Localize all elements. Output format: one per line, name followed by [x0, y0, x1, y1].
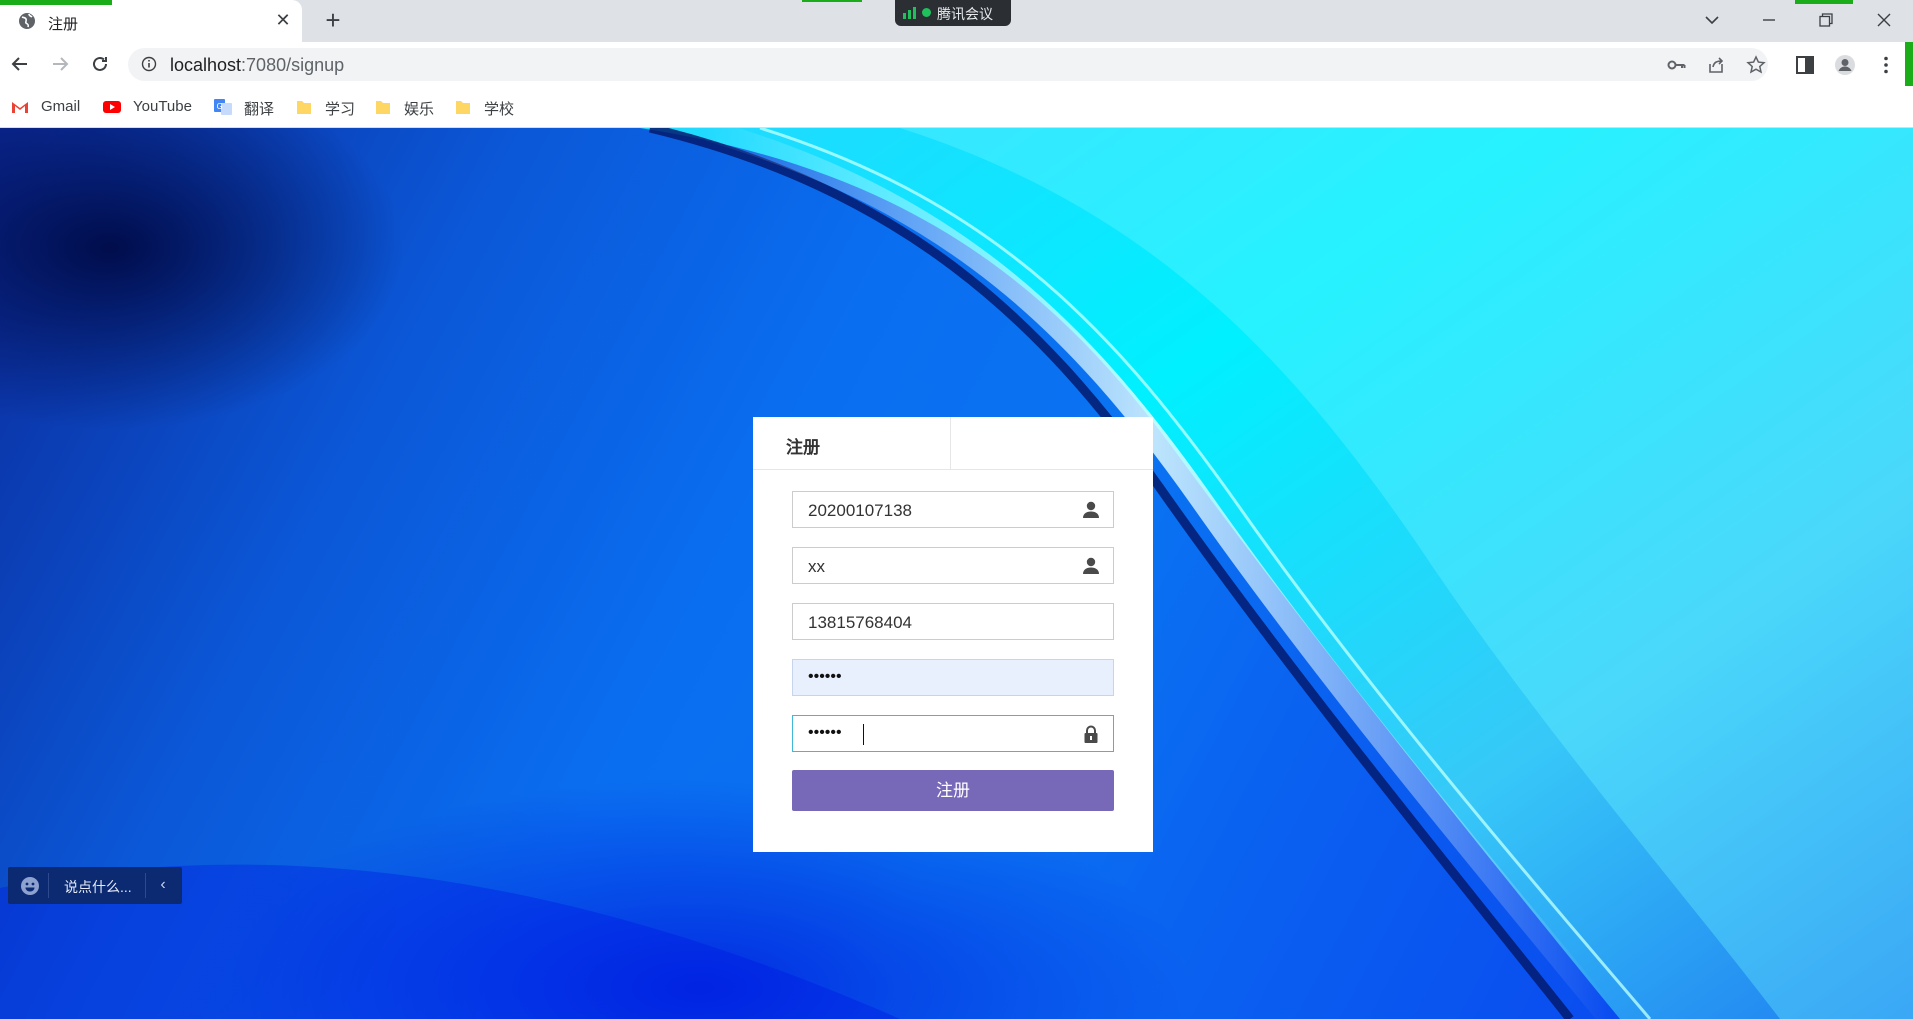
meeting-indicator[interactable]: 腾讯会议	[895, 0, 1011, 26]
chevron-down-icon	[1705, 16, 1719, 25]
tab-signup-label: 注册	[786, 438, 820, 457]
text-caret	[863, 724, 864, 745]
back-button[interactable]	[4, 48, 36, 80]
address-bar[interactable]: localhost:7080/signup	[128, 48, 1768, 81]
bookmark-label: 学校	[484, 101, 515, 118]
new-tab-button[interactable]: +	[318, 6, 348, 36]
user-icon	[1083, 501, 1099, 518]
minimize-button[interactable]	[1749, 4, 1789, 36]
student-id-field[interactable]: 20200107138	[792, 491, 1114, 528]
password-mask: ••••••	[808, 668, 842, 685]
browser-toolbar: localhost:7080/signup	[0, 42, 1913, 86]
tab-strip: 注册 ✕ + 腾讯会议	[0, 0, 1913, 42]
signal-icon	[903, 7, 916, 19]
info-icon[interactable]	[141, 56, 157, 72]
signup-card: 注册 20200107138 xx 13815768404 •••••• •••…	[753, 417, 1153, 852]
bookmark-label: YouTube	[133, 98, 192, 115]
close-icon[interactable]: ✕	[273, 10, 293, 30]
arrow-right-icon	[53, 57, 69, 71]
restore-button[interactable]	[1806, 4, 1846, 36]
phone-value: 13815768404	[808, 613, 913, 632]
url-text: localhost:7080/signup	[170, 55, 344, 76]
chat-divider	[145, 873, 146, 898]
student-id-value: 20200107138	[808, 501, 913, 520]
profile-avatar-icon[interactable]	[1834, 54, 1856, 76]
folder-icon	[297, 101, 311, 114]
bookmark-label: 娱乐	[404, 101, 435, 118]
share-icon[interactable]	[1706, 55, 1726, 75]
gmail-icon	[12, 102, 28, 113]
star-icon[interactable]	[1746, 55, 1766, 75]
restore-icon	[1819, 13, 1833, 27]
chat-input[interactable]: 说点什么...	[64, 877, 132, 897]
tab-signup[interactable]: 注册	[753, 417, 951, 469]
svg-text:G: G	[217, 102, 223, 111]
page-viewport: 注册 20200107138 xx 13815768404 •••••• •••…	[0, 128, 1913, 1019]
close-icon	[1877, 13, 1891, 27]
folder-icon	[456, 101, 470, 114]
forward-button[interactable]	[44, 48, 76, 80]
name-value: xx	[808, 557, 825, 576]
minimize-icon	[1763, 19, 1775, 21]
globe-icon	[19, 13, 35, 29]
youtube-icon	[103, 101, 121, 113]
close-window-button[interactable]	[1864, 4, 1904, 36]
tab-divider	[753, 469, 1153, 470]
emoji-icon[interactable]	[20, 876, 40, 896]
bookmark-label: 翻译	[244, 101, 275, 118]
chat-widget[interactable]: 说点什么... ‹	[8, 867, 182, 904]
confirm-password-field[interactable]: ••••••	[792, 715, 1114, 752]
tab-search-button[interactable]	[1692, 4, 1732, 36]
translate-icon: G	[214, 99, 232, 115]
bookmarks-bar: Gmail YouTube G 翻译 学习 娱乐 学校	[0, 86, 1913, 128]
name-field[interactable]: xx	[792, 547, 1114, 584]
signup-button[interactable]: 注册	[792, 770, 1114, 811]
arrow-left-icon	[11, 57, 27, 71]
lock-icon	[1084, 725, 1098, 743]
more-options-icon[interactable]	[1875, 54, 1897, 76]
confirm-password-mask: ••••••	[808, 724, 842, 741]
browser-tab[interactable]: 注册 ✕	[0, 0, 302, 42]
chat-divider	[48, 873, 49, 898]
url-host: localhost	[170, 55, 242, 75]
reload-icon	[93, 56, 107, 71]
live-dot	[922, 8, 931, 17]
tab-accent-bar	[0, 0, 112, 5]
bookmark-label: Gmail	[41, 98, 81, 115]
phone-field[interactable]: 13815768404	[792, 603, 1114, 640]
url-path: :7080/signup	[241, 55, 345, 75]
meeting-label: 腾讯会议	[937, 6, 993, 22]
meeting-indicator-strip	[802, 0, 862, 2]
key-icon[interactable]	[1666, 55, 1686, 75]
password-field[interactable]: ••••••	[792, 659, 1114, 696]
chevron-left-icon[interactable]: ‹	[154, 875, 172, 895]
side-panel-icon[interactable]	[1794, 54, 1816, 76]
bookmark-label: 学习	[325, 101, 356, 118]
user-icon	[1083, 557, 1099, 574]
tab-title: 注册	[48, 16, 79, 33]
reload-button[interactable]	[84, 48, 116, 80]
folder-icon	[376, 101, 390, 114]
